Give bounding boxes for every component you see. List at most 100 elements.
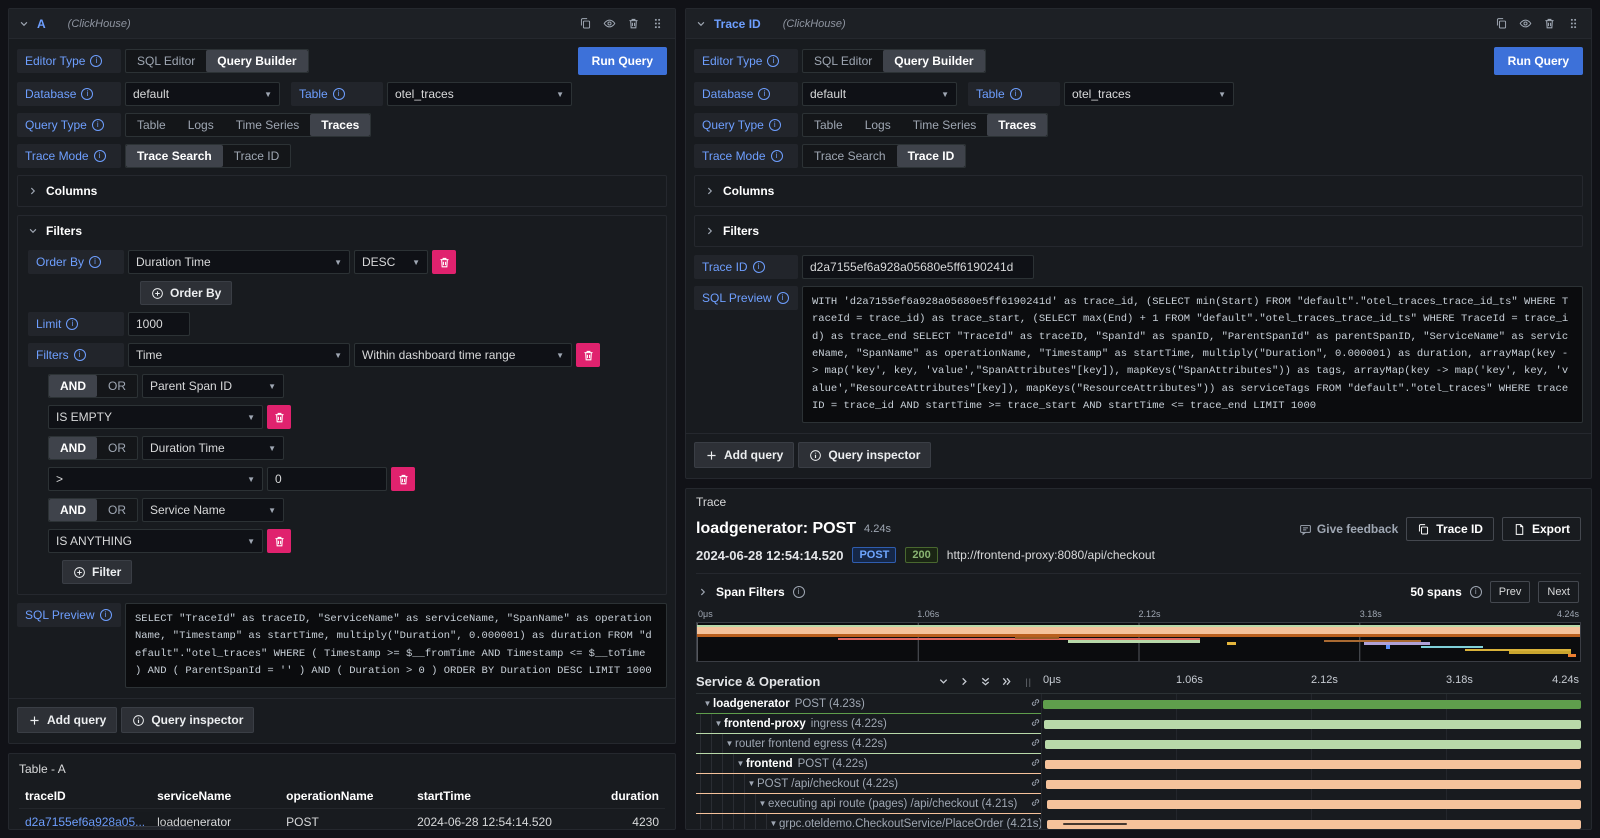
column-resize-handle[interactable]: || (1025, 677, 1032, 687)
remove-condition-button[interactable] (267, 405, 291, 429)
info-icon[interactable]: i (767, 55, 779, 67)
span-row[interactable]: ▼ executing api route (pages) /api/check… (696, 794, 1581, 814)
info-icon[interactable]: i (777, 292, 789, 304)
query-inspector-button[interactable]: Query inspector (798, 442, 931, 468)
span-link-icon[interactable] (1026, 777, 1041, 791)
collapse-one-icon[interactable] (938, 676, 949, 687)
span-filters-label[interactable]: Span Filters (716, 585, 785, 599)
condition-field-select[interactable]: Parent Span ID▼ (142, 374, 284, 398)
remove-filter-button[interactable] (576, 343, 600, 367)
span-row[interactable]: ▼ loadgenerator POST (4.23s) (696, 694, 1581, 714)
trace-mode-id[interactable]: Trace ID (897, 145, 966, 167)
give-feedback-link[interactable]: Give feedback (1299, 522, 1398, 536)
span-link-icon[interactable] (1026, 797, 1041, 811)
query-type-table[interactable]: Table (803, 114, 854, 136)
span-link-icon[interactable] (1026, 757, 1041, 771)
trace-id-button[interactable]: Trace ID (1406, 517, 1494, 541)
trace-mode-search[interactable]: Trace Search (803, 145, 897, 167)
remove-condition-button[interactable] (391, 467, 415, 491)
query-inspector-button[interactable]: Query inspector (121, 707, 254, 733)
collapse-all-icon[interactable] (980, 676, 991, 687)
add-query-button[interactable]: Add query (694, 442, 794, 468)
info-icon[interactable]: i (66, 318, 78, 330)
info-icon[interactable]: i (769, 119, 781, 131)
trace-mode-id[interactable]: Trace ID (223, 145, 291, 167)
bool-or[interactable]: OR (97, 499, 137, 521)
trash-icon[interactable] (1541, 16, 1557, 32)
trace-minimap[interactable] (696, 622, 1581, 662)
condition-field-select[interactable]: Duration Time▼ (142, 436, 284, 460)
editor-type-sql[interactable]: SQL Editor (126, 50, 206, 72)
order-by-direction-select[interactable]: DESC▼ (354, 250, 428, 274)
filters-section-header[interactable]: Filters (695, 216, 1582, 246)
database-select[interactable]: default▼ (802, 82, 957, 106)
columns-section-header[interactable]: Columns (18, 176, 666, 206)
info-icon[interactable]: i (74, 349, 86, 361)
span-link-icon[interactable] (1026, 717, 1041, 731)
duplicate-icon[interactable] (577, 16, 593, 32)
filters-section-header[interactable]: Filters (18, 216, 666, 246)
condition-field-select[interactable]: Service Name▼ (142, 498, 284, 522)
query-type-table[interactable]: Table (126, 114, 177, 136)
trace-id-input[interactable] (802, 255, 1034, 279)
drag-handle-icon[interactable] (1565, 16, 1581, 32)
bool-and[interactable]: AND (49, 437, 97, 459)
add-filter-button[interactable]: Filter (62, 560, 132, 584)
info-icon[interactable]: i (89, 256, 101, 268)
span-link-icon[interactable] (1026, 697, 1041, 711)
editor-type-builder[interactable]: Query Builder (206, 50, 307, 72)
trash-icon[interactable] (625, 16, 641, 32)
eye-icon[interactable] (1517, 16, 1533, 32)
bool-and[interactable]: AND (49, 499, 97, 521)
expand-one-icon[interactable] (959, 676, 970, 687)
query-type-logs[interactable]: Logs (854, 114, 902, 136)
expand-all-icon[interactable] (1001, 676, 1012, 687)
editor-type-sql[interactable]: SQL Editor (803, 50, 883, 72)
duplicate-icon[interactable] (1493, 16, 1509, 32)
editor-type-builder[interactable]: Query Builder (883, 50, 984, 72)
span-row[interactable]: ▼ router frontend egress (4.22s) (696, 734, 1581, 754)
col-operationname[interactable]: operationName (280, 784, 411, 809)
columns-section-header[interactable]: Columns (695, 176, 1582, 206)
info-icon[interactable]: i (333, 88, 345, 100)
add-query-button[interactable]: Add query (17, 707, 117, 733)
info-icon[interactable]: i (100, 609, 112, 621)
info-icon[interactable]: i (1470, 586, 1482, 598)
database-select[interactable]: default▼ (125, 82, 280, 106)
panel-traceid-header[interactable]: Trace ID (ClickHouse) (686, 9, 1591, 39)
run-query-button[interactable]: Run Query (1494, 47, 1583, 75)
bool-or[interactable]: OR (97, 437, 137, 459)
span-row[interactable]: ▼ POST /api/checkout (4.22s) (696, 774, 1581, 794)
query-type-traces[interactable]: Traces (310, 114, 370, 136)
condition-operator-select[interactable]: IS ANYTHING▼ (48, 529, 263, 553)
span-row[interactable]: ▼ grpc.oteldemo.CheckoutService/PlaceOrd… (696, 814, 1581, 830)
query-type-timeseries[interactable]: Time Series (225, 114, 311, 136)
query-type-timeseries[interactable]: Time Series (902, 114, 988, 136)
col-starttime[interactable]: startTime (411, 784, 566, 809)
query-type-logs[interactable]: Logs (177, 114, 225, 136)
next-button[interactable]: Next (1538, 581, 1579, 603)
info-icon[interactable]: i (90, 55, 102, 67)
bool-and[interactable]: AND (49, 375, 97, 397)
drag-handle-icon[interactable] (649, 16, 665, 32)
info-icon[interactable]: i (771, 150, 783, 162)
info-icon[interactable]: i (94, 150, 106, 162)
prev-button[interactable]: Prev (1490, 581, 1531, 603)
col-servicename[interactable]: serviceName (151, 784, 280, 809)
panel-a-header[interactable]: A (ClickHouse) (9, 9, 675, 39)
span-row[interactable]: ▼ frontend-proxy ingress (4.22s) (696, 714, 1581, 734)
span-row[interactable]: ▼ frontend POST (4.22s) (696, 754, 1581, 774)
col-duration[interactable]: duration (566, 784, 665, 809)
add-order-by-button[interactable]: Order By (140, 281, 232, 305)
order-by-field-select[interactable]: Duration Time▼ (128, 250, 350, 274)
info-icon[interactable]: i (92, 119, 104, 131)
remove-order-by-button[interactable] (432, 250, 456, 274)
filter-value-select[interactable]: Within dashboard time range▼ (354, 343, 572, 367)
eye-icon[interactable] (601, 16, 617, 32)
table-select[interactable]: otel_traces▼ (1064, 82, 1234, 106)
run-query-button[interactable]: Run Query (578, 47, 667, 75)
filter-field-select[interactable]: Time▼ (128, 343, 350, 367)
remove-condition-button[interactable] (267, 529, 291, 553)
info-icon[interactable]: i (758, 88, 770, 100)
trace-mode-search[interactable]: Trace Search (126, 145, 223, 167)
